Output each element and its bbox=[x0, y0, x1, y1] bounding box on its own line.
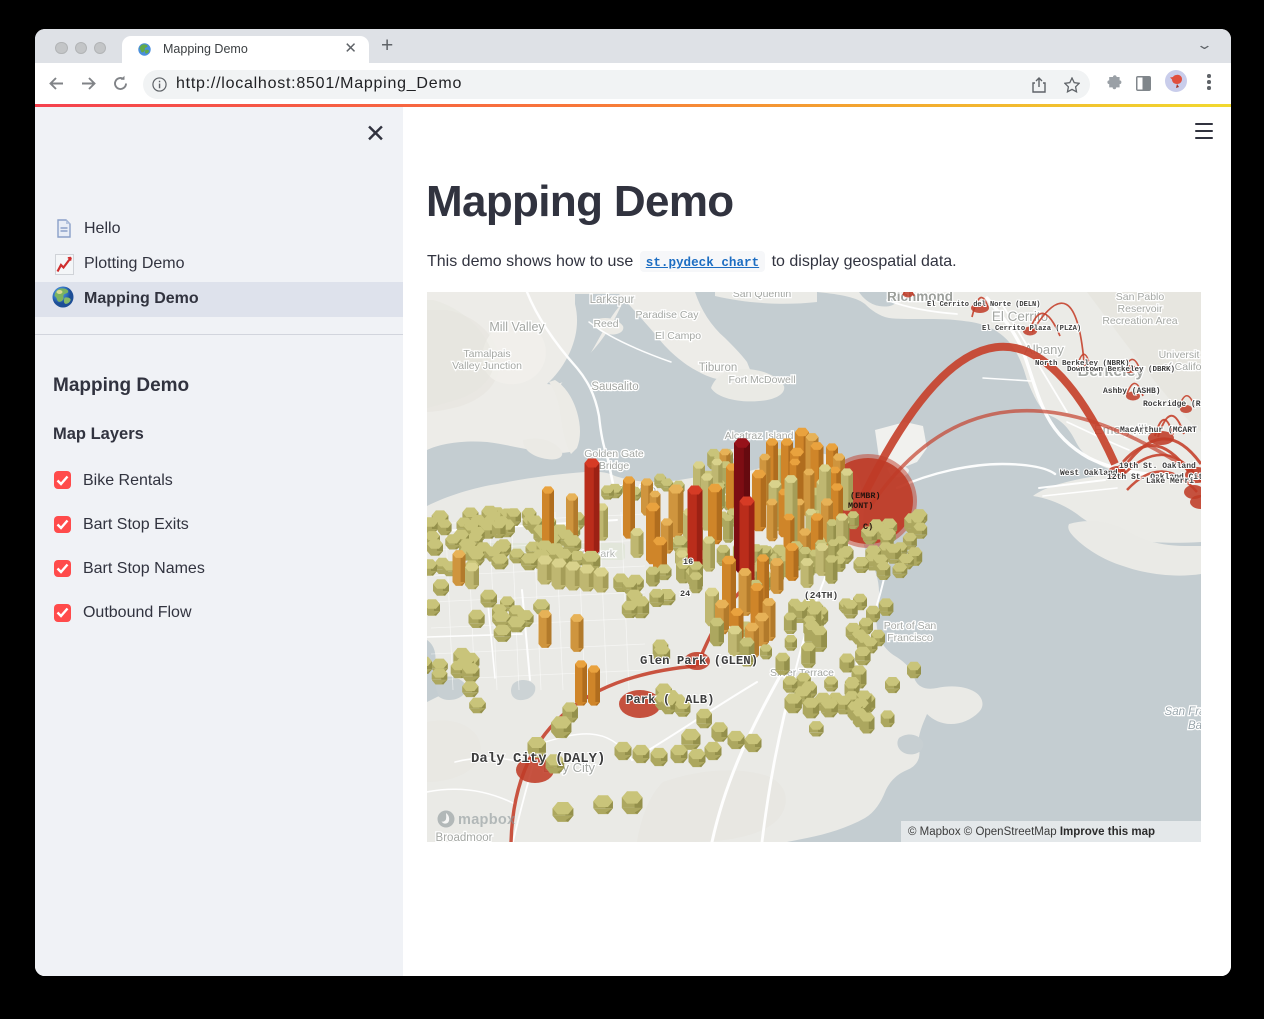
svg-text:Sausalito: Sausalito bbox=[591, 381, 638, 393]
svg-text:(EMBR): (EMBR) bbox=[850, 491, 881, 501]
svg-text:Francisco: Francisco bbox=[887, 632, 933, 644]
svg-text:El Cerrito Plaza (PLZA): El Cerrito Plaza (PLZA) bbox=[982, 325, 1081, 333]
svg-text:© Mapbox © OpenStreetMap Impro: © Mapbox © OpenStreetMap Improve this ma… bbox=[908, 826, 1155, 838]
svg-text:Tamalpais: Tamalpais bbox=[463, 348, 510, 360]
svg-text:Larkspur: Larkspur bbox=[590, 294, 635, 306]
svg-text:Bridge: Bridge bbox=[599, 460, 630, 472]
svg-text:Valley Junction: Valley Junction bbox=[452, 360, 522, 372]
svg-text:Recreation Area: Recreation Area bbox=[1102, 315, 1177, 327]
svg-text:16: 16 bbox=[683, 557, 693, 567]
svg-text:Ba: Ba bbox=[1188, 720, 1201, 732]
svg-text:El Cerrito del Norte (DELN): El Cerrito del Norte (DELN) bbox=[927, 301, 1040, 309]
svg-text:MONT): MONT) bbox=[848, 501, 874, 511]
svg-text:Park ( ALB): Park ( ALB) bbox=[626, 693, 715, 707]
svg-text:San Fra: San Fra bbox=[1165, 706, 1201, 718]
svg-text:San Pablo: San Pablo bbox=[1116, 292, 1165, 303]
svg-text:19th St. Oakland: 19th St. Oakland bbox=[1119, 462, 1196, 471]
svg-text:Rockridge (RO: Rockridge (RO bbox=[1143, 400, 1201, 409]
svg-text:Universit: Universit bbox=[1159, 349, 1200, 361]
svg-text:Lake Merri: Lake Merri bbox=[1146, 477, 1194, 486]
svg-text:Broadmoor: Broadmoor bbox=[436, 832, 493, 842]
svg-text:C): C) bbox=[863, 522, 873, 532]
svg-text:San Quentin: San Quentin bbox=[733, 292, 792, 300]
svg-text:Downtown Berkeley (DBRK): Downtown Berkeley (DBRK) bbox=[1067, 366, 1175, 374]
svg-text:Golden Gate: Golden Gate bbox=[584, 448, 644, 460]
svg-text:Reservoir: Reservoir bbox=[1118, 303, 1163, 315]
svg-text:Paradise Cay: Paradise Cay bbox=[635, 309, 699, 321]
svg-text:Glen Park (GLEN): Glen Park (GLEN) bbox=[640, 654, 758, 668]
svg-text:24: 24 bbox=[680, 589, 690, 599]
svg-text:Fort McDowell: Fort McDowell bbox=[728, 374, 795, 386]
svg-text:Reed: Reed bbox=[593, 318, 618, 330]
svg-text:Ashby (ASHB): Ashby (ASHB) bbox=[1103, 387, 1161, 396]
svg-text:Mill Valley: Mill Valley bbox=[489, 320, 545, 334]
svg-text:mapbox: mapbox bbox=[458, 812, 515, 828]
svg-text:El Campo: El Campo bbox=[655, 330, 701, 342]
svg-text:Daly City (DALY): Daly City (DALY) bbox=[471, 751, 605, 767]
svg-text:Tiburon: Tiburon bbox=[699, 362, 738, 374]
svg-text:MacArthur (MCART: MacArthur (MCART bbox=[1120, 426, 1197, 435]
svg-text:Port of San: Port of San bbox=[884, 620, 937, 632]
svg-text:(24TH): (24TH) bbox=[804, 590, 838, 601]
